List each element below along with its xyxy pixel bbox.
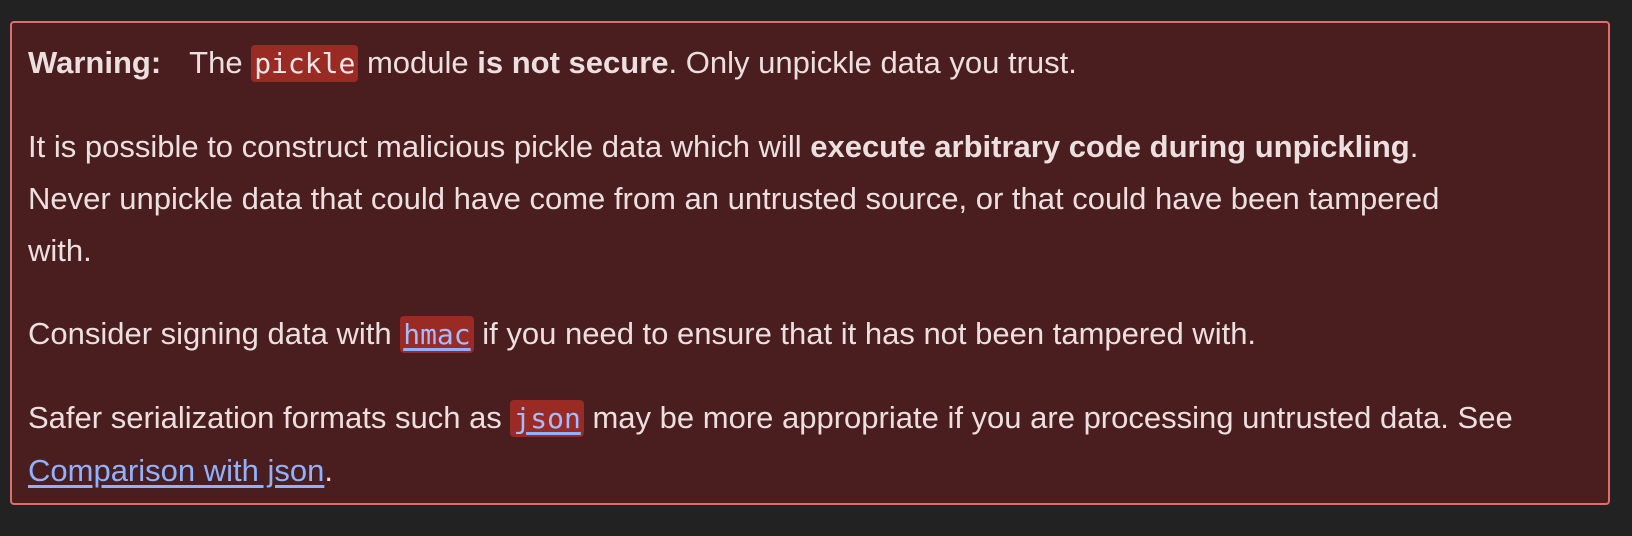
json-code: json: [510, 400, 584, 437]
json-link[interactable]: json: [510, 400, 584, 437]
inline-code-pickle: pickle: [251, 45, 359, 82]
warning-admonition: Warning: The pickle module is not secure.…: [10, 21, 1610, 505]
hmac-link[interactable]: hmac: [400, 316, 474, 353]
comparison-with-json-link[interactable]: Comparison with json: [28, 453, 324, 488]
warning-paragraph-2: It is possible to construct malicious pi…: [28, 121, 1592, 277]
text: .: [1409, 129, 1419, 164]
text: It is possible to construct malicious pi…: [28, 129, 811, 164]
emphasis-not-secure: is not secure: [477, 45, 669, 80]
warning-paragraph-3: Consider signing data with hmac if you n…: [28, 308, 1592, 361]
hmac-code: hmac: [400, 316, 474, 353]
text: . Only unpickle data you trust.: [668, 45, 1077, 80]
text: if you need to ensure that it has not be…: [473, 316, 1257, 351]
text: may be more appropriate if you are proce…: [583, 400, 1513, 435]
text: with.: [28, 233, 92, 268]
text: module: [358, 45, 478, 80]
warning-label: Warning:: [28, 45, 162, 80]
text: Consider signing data with: [28, 316, 401, 351]
warning-paragraph-1: Warning: The pickle module is not secure.…: [28, 23, 1592, 90]
text: The: [189, 45, 252, 80]
text: .: [324, 453, 333, 488]
text: Never unpickle data that could have come…: [28, 181, 1440, 216]
warning-paragraph-4: Safer serialization formats such as json…: [28, 392, 1592, 497]
text: Safer serialization formats such as: [28, 400, 511, 435]
emphasis-execute-code: execute arbitrary code during unpickling: [810, 129, 1410, 164]
